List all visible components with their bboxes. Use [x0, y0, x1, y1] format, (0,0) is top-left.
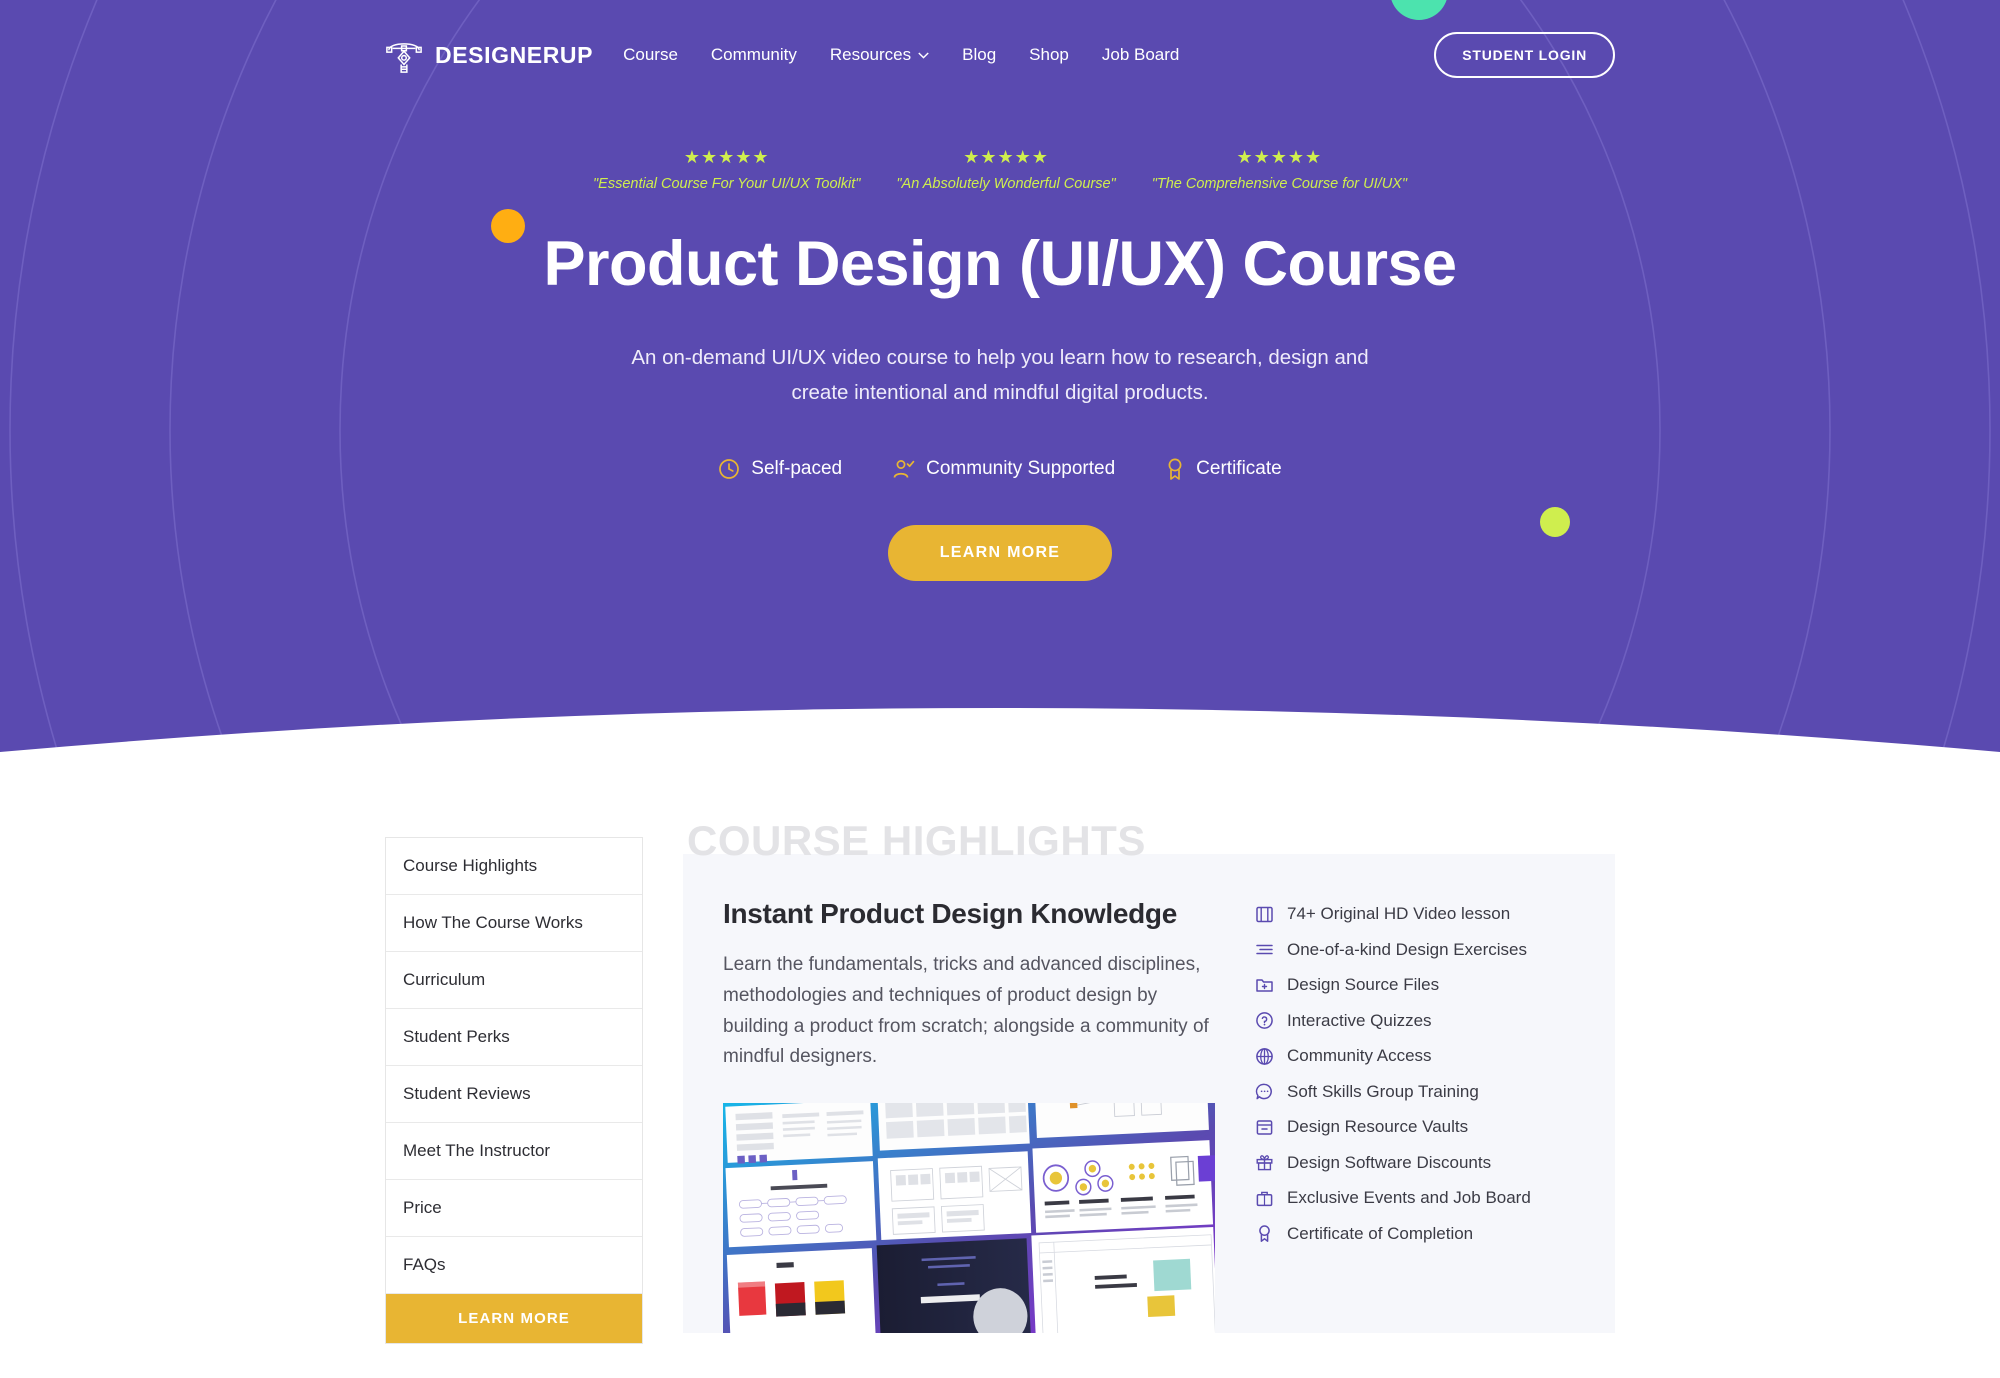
nav-item-label: Resources — [829, 45, 912, 64]
clock-icon — [719, 459, 740, 480]
card-title: Instant Product Design Knowledge — [723, 898, 1177, 929]
highlight-feature-label: Design Software Discounts — [1287, 1152, 1492, 1172]
brand-logo[interactable]: DESIGNERUP — [385, 35, 593, 75]
page-title: Product Design (UI/UX) Course — [543, 229, 1457, 299]
archive-icon — [1256, 1119, 1273, 1135]
nav-item-label: Shop — [1029, 45, 1069, 64]
highlight-feature-video-lessons: 74+ Original HD Video lesson — [1255, 904, 1575, 924]
highlight-card: Instant Product Design Knowledge Learn t… — [683, 854, 1615, 1334]
highlight-feature-label: Community Access — [1287, 1046, 1432, 1065]
highlight-feature-design-exercises: One-of-a-kind Design Exercises — [1255, 940, 1575, 960]
nav-item-label: Blog — [962, 45, 997, 64]
sidebar-learn-more-button[interactable]: LEARN MORE — [386, 1294, 642, 1343]
highlight-feature-label: Design Source Files — [1287, 975, 1440, 994]
globe-icon — [1256, 1047, 1273, 1065]
highlight-feature-certificate: Certificate of Completion — [1255, 1224, 1575, 1244]
sidebar-item-curriculum[interactable]: Curriculum — [386, 952, 642, 1009]
sidebar-item-label: Student Reviews — [403, 1084, 531, 1103]
hero-learn-more-button[interactable]: LEARN MORE — [887, 524, 1113, 581]
nav-item-label: Job Board — [1101, 45, 1180, 64]
nav-links: Course Community Resources Blog Shop Job… — [623, 45, 1179, 65]
sidebar-item-student-reviews[interactable]: Student Reviews — [386, 1066, 642, 1123]
highlight-feature-resource-vaults: Design Resource Vaults — [1255, 1117, 1575, 1137]
hero-feature-community-supported: Community Supported — [892, 458, 1115, 481]
sidebar-item-price[interactable]: Price — [386, 1180, 642, 1237]
highlight-feature-label: Certificate of Completion — [1287, 1223, 1474, 1243]
hero-wave-divider — [0, 708, 2000, 810]
sidebar-item-label: Price — [403, 1198, 442, 1217]
nav-item-label: Course — [623, 45, 678, 64]
review-quote: "An Absolutely Wonderful Course" — [896, 176, 1116, 192]
highlight-feature-label: Exclusive Events and Job Board — [1287, 1188, 1531, 1207]
nav-item-label: Community — [710, 45, 797, 64]
course-slides-collage-image — [723, 1103, 1215, 1334]
brand-name: DESIGNERUP — [435, 41, 594, 68]
sidebar-item-label: Student Perks — [403, 1027, 510, 1046]
folder-plus-icon — [1256, 978, 1273, 992]
student-login-button[interactable]: STUDENT LOGIN — [1434, 32, 1615, 78]
sidebar-item-label: Course Highlights — [403, 856, 538, 875]
highlight-feature-label: 74+ Original HD Video lesson — [1287, 904, 1511, 923]
sidebar-item-faqs[interactable]: FAQs — [386, 1237, 642, 1294]
nav-item-job-board[interactable]: Job Board — [1102, 45, 1180, 65]
hero-feature-list: Self-paced Community Supported Certifica… — [0, 458, 2000, 481]
highlight-feature-source-files: Design Source Files — [1255, 975, 1575, 995]
award-icon — [1168, 458, 1182, 480]
message-circle-icon — [1255, 1083, 1272, 1100]
sidebar-item-how-the-course-works[interactable]: How The Course Works — [386, 895, 642, 952]
sidebar-item-student-perks[interactable]: Student Perks — [386, 1009, 642, 1066]
help-circle-icon — [1256, 1012, 1273, 1029]
chevron-down-icon — [918, 51, 929, 59]
highlight-feature-list: 74+ Original HD Video lesson One-of-a-ki… — [1255, 898, 1575, 1333]
highlight-feature-community-access: Community Access — [1255, 1046, 1575, 1066]
review-badge: ★★★★★ "Essential Course For Your UI/UX T… — [593, 148, 860, 192]
highlight-feature-soft-skills: Soft Skills Group Training — [1255, 1082, 1575, 1102]
card-paragraph: Learn the fundamentals, tricks and advan… — [723, 954, 1209, 1068]
highlight-feature-quizzes: Interactive Quizzes — [1255, 1011, 1575, 1031]
review-quote: "Essential Course For Your UI/UX Toolkit… — [593, 176, 861, 192]
list-icon — [1256, 944, 1273, 955]
nav-item-blog[interactable]: Blog — [962, 45, 996, 65]
review-badges: ★★★★★ "Essential Course For Your UI/UX T… — [0, 148, 2000, 192]
film-icon — [1256, 906, 1273, 922]
star-rating-icon: ★★★★★ — [683, 147, 770, 167]
pen-tool-icon — [386, 43, 422, 73]
star-rating-icon: ★★★★★ — [963, 147, 1049, 167]
nav-item-shop[interactable]: Shop — [1029, 45, 1069, 65]
hero-feature-label: Community Supported — [926, 458, 1116, 480]
highlight-feature-label: Interactive Quizzes — [1287, 1010, 1432, 1030]
hero-subtitle: An on-demand UI/UX video course to help … — [631, 346, 1369, 404]
review-badge: ★★★★★ "An Absolutely Wonderful Course" — [896, 148, 1115, 192]
gift-icon — [1256, 1155, 1273, 1171]
hero-feature-label: Self-paced — [751, 458, 843, 480]
highlight-feature-label: Soft Skills Group Training — [1287, 1081, 1479, 1101]
hero-section: DESIGNERUP Course Community Resources Bl… — [0, 0, 2000, 810]
sidebar-item-label: FAQs — [403, 1255, 446, 1274]
highlight-feature-software-discounts: Design Software Discounts — [1255, 1153, 1575, 1173]
nav-item-course[interactable]: Course — [623, 45, 678, 65]
user-check-icon — [893, 460, 915, 478]
sidebar-item-label: How The Course Works — [403, 913, 583, 932]
course-highlights-section: Course Highlights How The Course Works C… — [0, 810, 2000, 1344]
star-rating-icon: ★★★★★ — [1236, 147, 1323, 167]
review-quote: "The Comprehensive Course for UI/UX" — [1151, 176, 1407, 192]
sidebar-item-course-highlights[interactable]: Course Highlights — [386, 838, 642, 895]
briefcase-icon — [1256, 1191, 1273, 1206]
nav-item-community[interactable]: Community — [711, 45, 797, 65]
review-badge: ★★★★★ "The Comprehensive Course for UI/U… — [1152, 148, 1407, 192]
sidebar-item-label: Meet The Instructor — [403, 1141, 551, 1160]
hero-feature-self-paced: Self-paced — [718, 458, 842, 480]
highlight-feature-label: One-of-a-kind Design Exercises — [1287, 939, 1527, 959]
nav-item-resources[interactable]: Resources — [830, 45, 929, 65]
hero-feature-certificate: Certificate — [1165, 458, 1282, 481]
sidebar-item-label: Curriculum — [403, 970, 486, 989]
sidebar-item-meet-the-instructor[interactable]: Meet The Instructor — [386, 1123, 642, 1180]
main-navigation: DESIGNERUP Course Community Resources Bl… — [0, 0, 2000, 80]
highlight-feature-label: Design Resource Vaults — [1287, 1117, 1469, 1136]
award-icon — [1259, 1225, 1270, 1242]
course-section-sidebar: Course Highlights How The Course Works C… — [385, 837, 643, 1344]
hero-feature-label: Certificate — [1196, 458, 1282, 480]
highlight-feature-events-job-board: Exclusive Events and Job Board — [1255, 1188, 1575, 1208]
